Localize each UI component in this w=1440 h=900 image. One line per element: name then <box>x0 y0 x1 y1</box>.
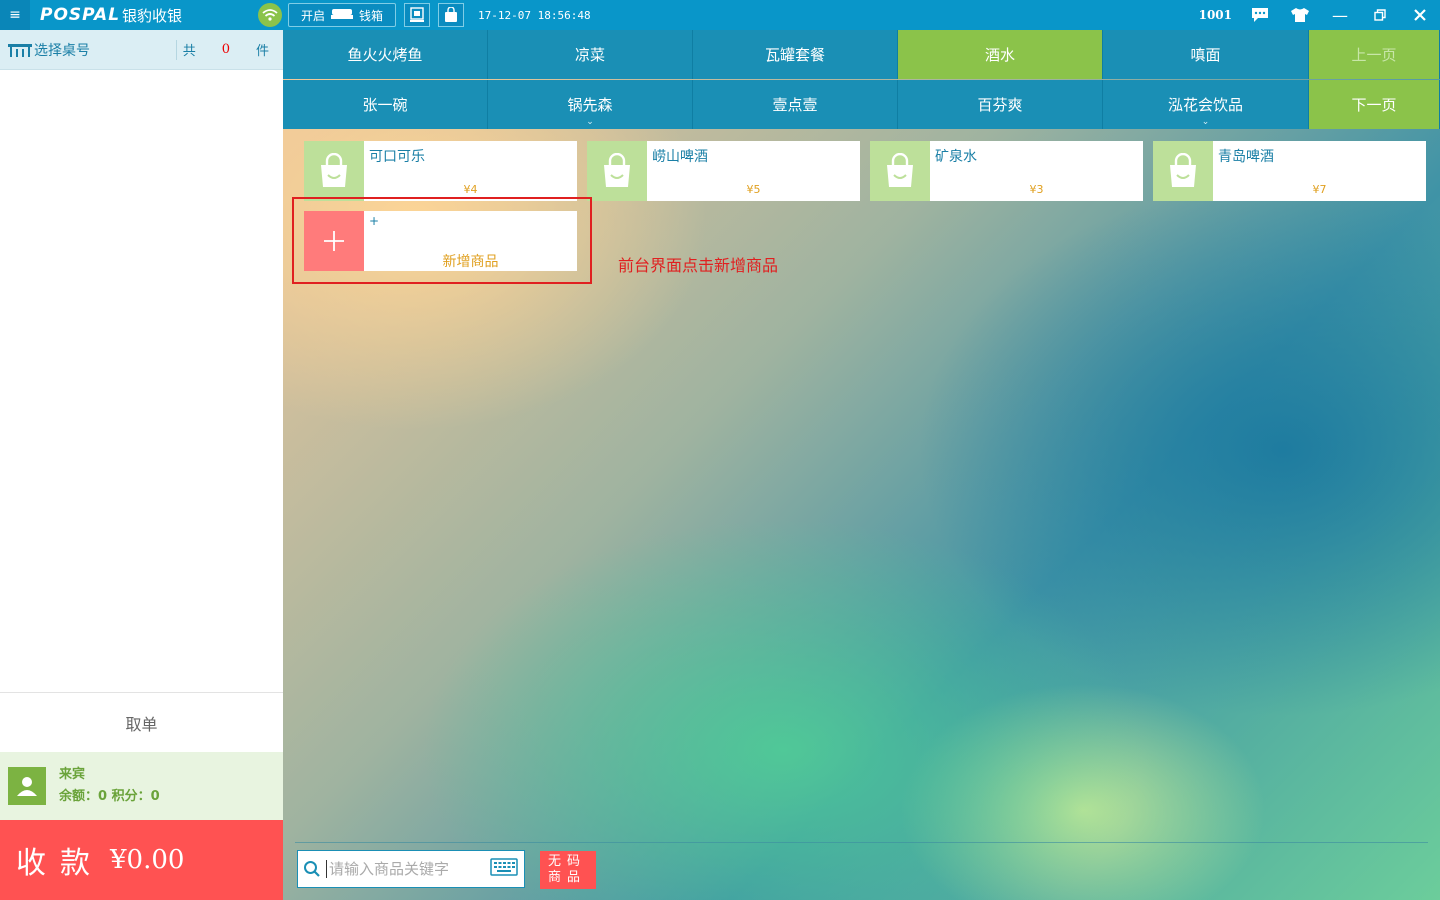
order-panel: 选择桌号 共 0 件 取单 来宾 余额：0 积分：0 收款 ¥0.00 <box>0 30 283 900</box>
keyboard-icon[interactable] <box>490 858 518 880</box>
category-tab[interactable]: 瓦罐套餐 <box>693 30 898 79</box>
product-card[interactable]: 可口可乐 ¥4 <box>304 141 577 201</box>
app-logo: POSPAL 银豹收银 <box>30 0 255 30</box>
title-bar: ≡ POSPAL 银豹收银 开启 钱箱 17-12-07 18:56:48 10… <box>0 0 1440 30</box>
category-tab[interactable]: 锅先森 ⌄ <box>488 80 693 129</box>
table-icon <box>8 43 32 57</box>
checkout-button[interactable]: 收款 ¥0.00 <box>0 820 283 900</box>
category-tab[interactable]: 鱼火火烤鱼 <box>283 30 488 79</box>
category-tab[interactable]: 嗔面 <box>1103 30 1309 79</box>
category-bar: 鱼火火烤鱼 凉菜 瓦罐套餐 酒水 嗔面 上一页 张一碗 锅先森 ⌄ 壹点壹 百芬… <box>283 30 1440 130</box>
product-price: ¥4 <box>463 183 478 196</box>
member-balance: 余额：0 积分：0 <box>59 789 160 804</box>
brand-logo: POSPAL <box>40 5 121 25</box>
item-count: 共 0 件 <box>170 30 283 69</box>
total-count: 0 <box>221 42 230 57</box>
search-icon <box>298 860 326 878</box>
product-name: 崂山啤酒 <box>652 149 708 165</box>
product-price: ¥7 <box>1312 183 1327 196</box>
chevron-down-icon: ⌄ <box>1201 117 1210 127</box>
message-icon[interactable] <box>1240 0 1280 30</box>
divider <box>295 842 1428 843</box>
category-tab[interactable]: 泓花会饮品 ⌄ <box>1103 80 1309 129</box>
search-input[interactable] <box>326 860 476 878</box>
skin-shirt-icon[interactable] <box>1280 0 1320 30</box>
open-cashbox-button[interactable]: 开启 钱箱 <box>288 3 397 27</box>
table-select-bar: 选择桌号 共 0 件 <box>0 30 283 70</box>
wifi-icon[interactable] <box>258 3 282 27</box>
checkout-amount: ¥0.00 <box>110 845 185 875</box>
shopping-bag-icon <box>870 141 930 201</box>
next-page-button[interactable]: 下一页 <box>1309 80 1440 129</box>
minimize-icon[interactable]: — <box>1320 0 1360 30</box>
category-tab-active[interactable]: 酒水 <box>898 30 1103 79</box>
category-tab[interactable]: 百芬爽 <box>898 80 1103 129</box>
shopping-bag-icon[interactable] <box>438 3 465 27</box>
checkout-label: 收款 <box>16 846 104 881</box>
member-name: 来宾 <box>59 767 86 782</box>
annotation-text: 前台界面点击新增商品 <box>618 256 779 275</box>
no-barcode-product-button[interactable]: 无码商品 <box>540 851 596 889</box>
total-unit: 件 <box>255 44 269 59</box>
product-name: 青岛啤酒 <box>1218 149 1274 165</box>
user-number: 1001 <box>1198 8 1232 22</box>
product-card[interactable]: 矿泉水 ¥3 <box>870 141 1143 201</box>
datetime: 17-12-07 18:56:48 <box>478 8 591 22</box>
restore-icon[interactable] <box>1360 0 1400 30</box>
table-select-button[interactable]: 选择桌号 <box>8 40 90 60</box>
category-tab[interactable]: 凉菜 <box>488 30 693 79</box>
product-search-box <box>297 850 525 888</box>
fetch-order-button[interactable]: 取单 <box>0 692 283 752</box>
product-name: 可口可乐 <box>369 149 425 165</box>
close-icon[interactable] <box>1400 0 1440 30</box>
cashbox-label: 钱箱 <box>359 8 384 23</box>
table-select-label: 选择桌号 <box>34 42 90 59</box>
cashbox-open-label: 开启 <box>301 8 326 23</box>
lock-screen-icon[interactable] <box>404 3 431 27</box>
product-card[interactable]: 崂山啤酒 ¥5 <box>587 141 860 201</box>
category-tab[interactable]: 张一碗 <box>283 80 488 129</box>
product-name: 矿泉水 <box>935 149 977 165</box>
product-price: ¥3 <box>1029 183 1044 196</box>
cashbox-icon <box>331 8 354 23</box>
shopping-bag-icon <box>1153 141 1213 201</box>
order-list[interactable] <box>0 70 283 692</box>
prev-page-button[interactable]: 上一页 <box>1309 30 1440 79</box>
member-panel[interactable]: 来宾 余额：0 积分：0 <box>0 752 283 820</box>
hamburger-menu-icon[interactable]: ≡ <box>0 0 30 30</box>
shopping-bag-icon <box>587 141 647 201</box>
category-tab[interactable]: 壹点壹 <box>693 80 898 129</box>
total-prefix: 共 <box>182 44 196 59</box>
product-card[interactable]: 青岛啤酒 ¥7 <box>1153 141 1426 201</box>
shopping-bag-icon <box>304 141 364 201</box>
main-area: 鱼火火烤鱼 凉菜 瓦罐套餐 酒水 嗔面 上一页 张一碗 锅先森 ⌄ 壹点壹 百芬… <box>283 30 1440 900</box>
chevron-down-icon: ⌄ <box>586 117 594 127</box>
annotation-highlight-box <box>292 197 592 284</box>
category-tab-label: 泓花会饮品 <box>1167 96 1243 114</box>
brand-cn-name: 银豹收银 <box>122 6 183 25</box>
category-tab-label: 锅先森 <box>567 96 613 114</box>
product-price: ¥5 <box>746 183 761 196</box>
avatar <box>8 767 46 805</box>
